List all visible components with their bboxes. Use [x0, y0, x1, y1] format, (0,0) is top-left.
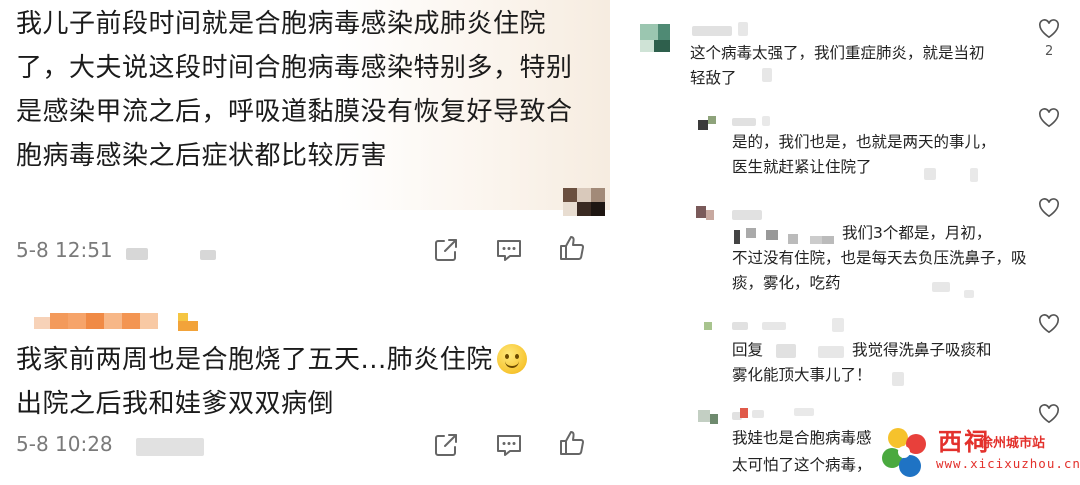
username-blurred [738, 22, 748, 36]
blurred-tail [970, 168, 978, 182]
comment-2-line2: 出院之后我和娃爹双双病倒 [16, 389, 335, 419]
reply-3-text: 不过没有住院，也是每天去负压洗鼻子，吸痰，雾化，吃药 [732, 249, 1027, 292]
blurred-location [136, 438, 204, 456]
heart-icon[interactable] [1038, 198, 1060, 218]
comment-1-text: 我儿子前段时间就是合胞病毒感染成肺炎住院了，大夫说这段时间合胞病毒感染特别多，特… [16, 9, 573, 171]
right-comment-panel: 这个病毒太强了，我们重症肺炎，就是当初轻敌了 2 是的，我们也是，也就是两天的事… [622, 0, 1080, 485]
reply-2-text: 是的，我们也是，也就是两天的事儿，医生就赶紧让住院了 [732, 133, 996, 176]
heart-icon[interactable] [1038, 314, 1060, 334]
reply-4-line1: 我觉得洗鼻子吸痰和 [852, 341, 992, 359]
watermark-logo-icon [882, 428, 926, 477]
watermark-url: www.xicixuzhou.cn [936, 456, 1080, 471]
smiley-emoji-icon [496, 344, 527, 374]
username-blurred [832, 318, 844, 332]
blurred-tail [924, 168, 936, 180]
heart-icon[interactable] [1038, 19, 1060, 39]
comment-icon[interactable] [495, 236, 523, 264]
username-blurred [732, 210, 762, 220]
mention-blurred [818, 346, 844, 358]
blurred-location [126, 248, 148, 260]
reply-5-line1: 我娃也是合胞病毒感 [732, 429, 872, 447]
blurred-tail [932, 282, 950, 292]
blurred-tail [762, 68, 772, 82]
comment-2-text: 我家前两周也是合胞烧了五天...肺炎住院 出院之后我和娃爹双双病倒 [16, 338, 576, 426]
username-blurred [732, 322, 748, 330]
left-comment-panel: 我儿子前段时间就是合胞病毒感染成肺炎住院了，大夫说这段时间合胞病毒感染特别多，特… [0, 0, 612, 485]
share-icon[interactable] [432, 431, 460, 459]
reply-4-text: 雾化能顶大事儿了！ [732, 366, 872, 384]
mention-blurred [776, 344, 796, 358]
like-count: 2 [1045, 44, 1054, 59]
blurred-tail [892, 372, 904, 386]
comment-2-time: 5-8 10:28 [16, 432, 113, 456]
heart-icon[interactable] [1038, 108, 1060, 128]
reply-prefix: 回复 [732, 341, 764, 359]
like-icon[interactable] [558, 234, 586, 262]
username-blurred [692, 26, 732, 36]
username-blurred [752, 410, 764, 418]
username-blurred [732, 118, 756, 126]
username-blurred [740, 408, 748, 418]
username-blurred [794, 408, 814, 416]
comment-icon[interactable] [495, 431, 523, 459]
comment-1-time: 5-8 12:51 [16, 238, 113, 262]
share-icon[interactable] [432, 236, 460, 264]
blurred-location [200, 250, 216, 260]
like-icon[interactable] [558, 429, 586, 457]
username-blurred [762, 116, 770, 126]
reply-1-text: 这个病毒太强了，我们重症肺炎，就是当初轻敌了 [690, 44, 985, 87]
reply-5-text: 太可怕了这个病毒， [732, 456, 872, 474]
watermark-subtitle: 徐州城市站 [980, 436, 1046, 451]
blurred-tail [964, 290, 974, 298]
username-blurred [762, 322, 786, 330]
comment-2-line1: 我家前两周也是合胞烧了五天...肺炎住院 [16, 345, 493, 375]
site-watermark: 西祠 徐州城市站 www.xicixuzhou.cn [876, 420, 1080, 485]
reply-3-line1: 我们3个都是，月初， [842, 224, 992, 242]
panel-divider [612, 0, 622, 485]
